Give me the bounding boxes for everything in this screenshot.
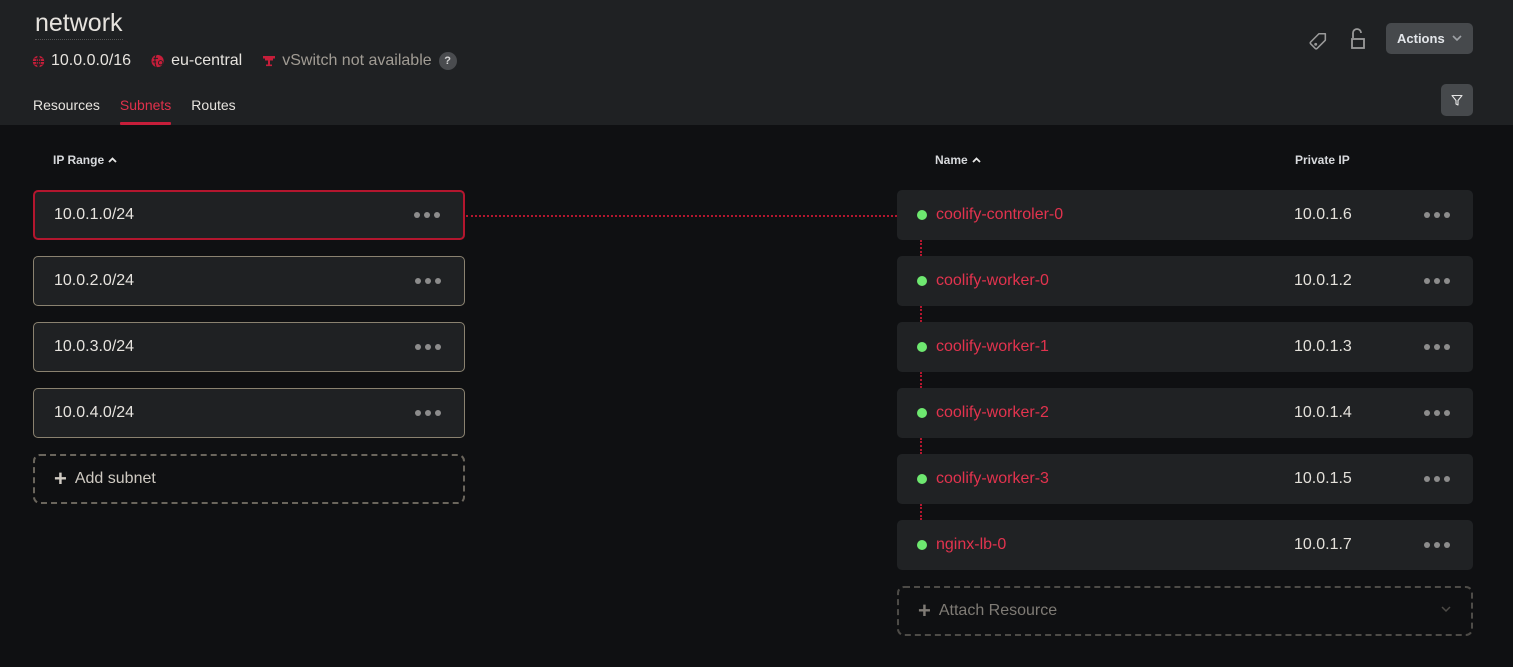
status-running-icon	[917, 276, 927, 286]
resource-row[interactable]: coolify-worker-0 10.0.1.2	[897, 256, 1473, 306]
resource-private-ip: 10.0.1.2	[1294, 272, 1352, 289]
resource-private-ip: 10.0.1.6	[1294, 206, 1352, 223]
status-running-icon	[917, 408, 927, 418]
more-options-icon[interactable]	[1420, 406, 1454, 420]
tab-routes[interactable]: Routes	[191, 96, 235, 125]
resource-row[interactable]: coolify-controler-0 10.0.1.6	[897, 190, 1473, 240]
subnet-ip-range: 10.0.3.0/24	[54, 338, 135, 355]
subnet-row[interactable]: 10.0.3.0/24	[33, 322, 465, 372]
name-column-header[interactable]: Name	[935, 153, 981, 167]
subnet-ip-range: 10.0.1.0/24	[54, 206, 135, 223]
globe-pin-icon	[151, 54, 164, 68]
more-options-icon[interactable]	[1420, 208, 1454, 222]
vswitch-icon	[263, 56, 276, 67]
tab-resources[interactable]: Resources	[33, 96, 100, 125]
protection-button[interactable]	[1346, 27, 1370, 51]
resource-name-link[interactable]: coolify-worker-1	[936, 338, 1049, 356]
resource-private-ip: 10.0.1.3	[1294, 338, 1352, 355]
more-options-icon[interactable]	[411, 406, 445, 420]
add-subnet-label: Add subnet	[74, 470, 156, 487]
resource-connector-line	[920, 306, 922, 322]
tab-bar: Resources Subnets Routes	[33, 96, 256, 125]
resource-private-ip: 10.0.1.7	[1294, 536, 1352, 553]
more-options-icon[interactable]	[411, 274, 445, 288]
ip-range-info: 10.0.0.0/16	[32, 52, 131, 70]
actions-label: Actions	[1397, 31, 1445, 46]
unlock-icon	[1351, 28, 1365, 49]
plus-icon: +	[54, 466, 67, 491]
more-options-icon[interactable]	[1420, 274, 1454, 288]
resource-name-link[interactable]: coolify-worker-2	[936, 404, 1049, 422]
globe-icon	[32, 54, 45, 68]
resource-row[interactable]: coolify-worker-2 10.0.1.4	[897, 388, 1473, 438]
more-options-icon[interactable]	[1420, 472, 1454, 486]
tag-icon	[1309, 32, 1327, 50]
subnet-row[interactable]: 10.0.1.0/24	[33, 190, 465, 240]
status-running-icon	[917, 540, 927, 550]
more-options-icon[interactable]	[410, 208, 444, 222]
resource-connector-line	[920, 240, 922, 256]
status-running-icon	[917, 210, 927, 220]
sort-ascending-icon	[108, 157, 117, 163]
resource-connector-line	[920, 438, 922, 454]
subnet-connector-line	[466, 215, 897, 217]
ip-range-value: 10.0.0.0/16	[51, 52, 132, 69]
resource-private-ip: 10.0.1.5	[1294, 470, 1352, 487]
location-value: eu-central	[171, 52, 243, 69]
network-meta: 10.0.0.0/16 eu-central vSwitch not avail…	[32, 51, 477, 71]
filter-icon	[1451, 94, 1463, 106]
more-options-icon[interactable]	[411, 340, 445, 354]
vswitch-status: vSwitch not available	[282, 52, 432, 69]
attach-resource-dropdown[interactable]: + Attach Resource	[897, 586, 1473, 636]
resource-name-link[interactable]: coolify-worker-0	[936, 272, 1049, 290]
add-subnet-button[interactable]: + Add subnet	[33, 454, 465, 504]
tab-subnets[interactable]: Subnets	[119, 96, 172, 125]
resource-name-link[interactable]: coolify-controler-0	[936, 206, 1063, 224]
labels-button[interactable]	[1306, 30, 1330, 54]
page-title[interactable]: network	[35, 9, 123, 40]
page-header: network 10.0.0.0/16 eu-central vSwitch n…	[0, 0, 1513, 125]
resource-name-link[interactable]: nginx-lb-0	[936, 536, 1006, 554]
resource-name-link[interactable]: coolify-worker-3	[936, 470, 1049, 488]
subnet-row[interactable]: 10.0.2.0/24	[33, 256, 465, 306]
attach-resource-label: Attach Resource	[938, 602, 1058, 619]
resource-connector-line	[920, 372, 922, 388]
ip-range-column-header[interactable]: IP Range	[53, 153, 117, 167]
sort-ascending-icon	[972, 157, 981, 163]
resource-connector-line	[920, 504, 922, 520]
private-ip-column-header: Private IP	[1295, 153, 1350, 167]
more-options-icon[interactable]	[1420, 340, 1454, 354]
resource-row[interactable]: nginx-lb-0 10.0.1.7	[897, 520, 1473, 570]
status-running-icon	[917, 342, 927, 352]
resource-private-ip: 10.0.1.4	[1294, 404, 1352, 421]
chevron-down-icon	[1441, 606, 1451, 613]
status-running-icon	[917, 474, 927, 484]
location-info: eu-central	[151, 52, 242, 70]
actions-button[interactable]: Actions	[1386, 23, 1473, 54]
vswitch-info: vSwitch not available ?	[262, 52, 457, 70]
help-icon[interactable]: ?	[438, 52, 457, 70]
resource-row[interactable]: coolify-worker-1 10.0.1.3	[897, 322, 1473, 372]
subnet-row[interactable]: 10.0.4.0/24	[33, 388, 465, 438]
subnet-ip-range: 10.0.2.0/24	[54, 272, 135, 289]
subnet-ip-range: 10.0.4.0/24	[54, 404, 135, 421]
chevron-down-icon	[1452, 35, 1462, 42]
plus-icon: +	[918, 598, 931, 623]
filter-button[interactable]	[1441, 84, 1473, 116]
more-options-icon[interactable]	[1420, 538, 1454, 552]
resource-row[interactable]: coolify-worker-3 10.0.1.5	[897, 454, 1473, 504]
